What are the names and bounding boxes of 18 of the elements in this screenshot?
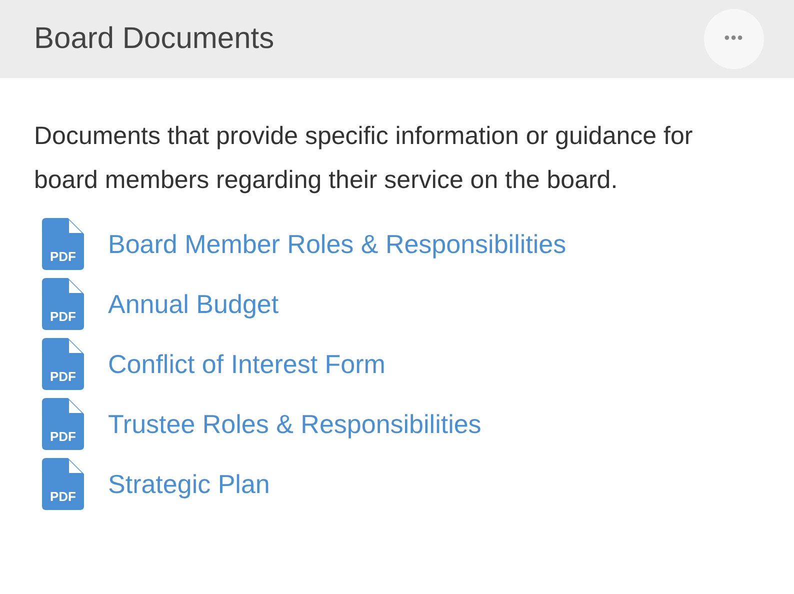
file-icon	[42, 338, 84, 390]
description-text: Documents that provide specific information or guidance for board members regarding their service on the board.	[34, 121, 694, 196]
panel-title: Board Documents	[34, 22, 274, 56]
file-type-label: PDF	[49, 250, 77, 264]
file-type-label: PDF	[49, 490, 77, 504]
document-link[interactable]: Trustee Roles & Responsibilities	[108, 408, 482, 440]
more-options-button[interactable]: •••	[704, 9, 764, 69]
document-link[interactable]: Annual Budget	[108, 288, 279, 320]
file-icon	[42, 278, 84, 330]
file-icon	[42, 218, 84, 270]
file-icon	[42, 458, 84, 510]
document-link[interactable]: Strategic Plan	[108, 468, 270, 500]
file-type-label: PDF	[49, 430, 77, 444]
file-type-label: PDF	[49, 310, 77, 324]
document-link[interactable]: Board Member Roles & Responsibilities	[108, 228, 566, 260]
document-link[interactable]: Conflict of Interest Form	[108, 348, 386, 380]
file-type-label: PDF	[49, 370, 77, 384]
file-icon	[42, 398, 84, 450]
